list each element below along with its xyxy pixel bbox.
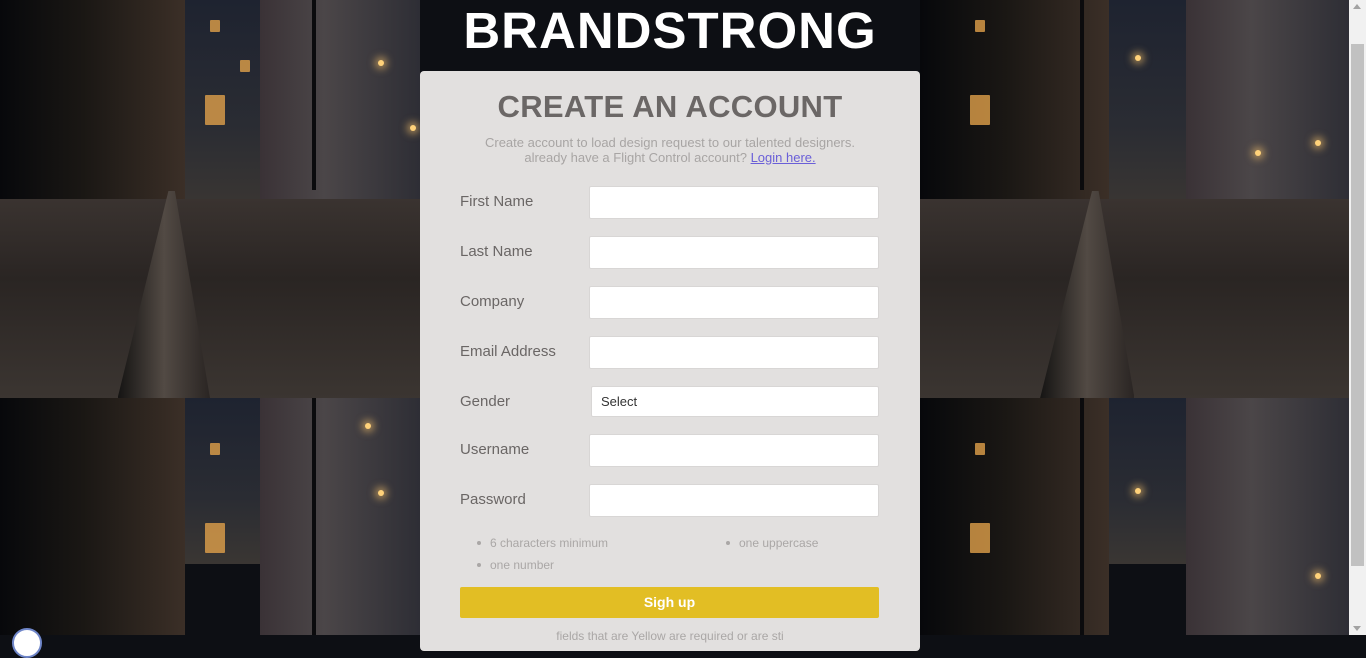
brand-logo-text: BRANDSTRONG (463, 2, 877, 59)
background-tile (920, 398, 1349, 635)
hint-item: 6 characters minimum (477, 536, 609, 550)
background-tile (920, 0, 1349, 398)
page-scrollbar[interactable] (1349, 0, 1366, 635)
company-label: Company (460, 293, 525, 310)
scrollbar-thumb[interactable] (1351, 44, 1364, 566)
bullet-icon (477, 563, 481, 567)
login-link[interactable]: Login here. (751, 150, 816, 165)
password-label: Password (460, 491, 526, 508)
email-input[interactable] (589, 336, 879, 369)
subtitle-line-1: Create account to load design request to… (484, 135, 856, 150)
bullet-icon (477, 541, 481, 545)
hint-text: 6 characters minimum (490, 536, 609, 550)
scroll-down-arrow-icon[interactable] (1353, 626, 1361, 631)
form-subtitle: Create account to load design request to… (420, 135, 920, 165)
password-input[interactable] (589, 484, 879, 517)
first-name-row: First Name (460, 186, 879, 219)
username-row: Username (460, 434, 879, 467)
background-tile (0, 398, 420, 635)
background-tile (0, 0, 420, 398)
hint-item: one number (477, 558, 555, 572)
scroll-up-arrow-icon[interactable] (1353, 4, 1361, 9)
company-input[interactable] (589, 286, 879, 319)
last-name-input[interactable] (589, 236, 879, 269)
subtitle-line-2: already have a Flight Control account? (524, 150, 747, 165)
chat-bubble-icon[interactable] (12, 628, 42, 658)
username-label: Username (460, 441, 530, 458)
gender-select[interactable]: Select (591, 386, 879, 417)
required-fields-note: fields that are Yellow are required or a… (556, 629, 784, 643)
last-name-label: Last Name (460, 243, 533, 260)
signup-button[interactable]: Sigh up (460, 587, 879, 618)
signup-card: CREATE AN ACCOUNT Create account to load… (420, 71, 920, 651)
first-name-label: First Name (460, 193, 534, 210)
hint-text: one number (490, 558, 555, 572)
gender-label: Gender (460, 393, 511, 410)
first-name-input[interactable] (589, 186, 879, 219)
form-title: CREATE AN ACCOUNT (497, 89, 843, 124)
hint-text: one uppercase (739, 536, 819, 550)
email-row: Email Address (460, 336, 879, 369)
hint-item: one uppercase (726, 536, 819, 550)
email-label: Email Address (460, 343, 556, 360)
username-input[interactable] (589, 434, 879, 467)
bullet-icon (726, 541, 730, 545)
last-name-row: Last Name (460, 236, 879, 269)
password-row: Password (460, 484, 879, 517)
gender-row: Gender Select (460, 386, 879, 419)
company-row: Company (460, 286, 879, 319)
